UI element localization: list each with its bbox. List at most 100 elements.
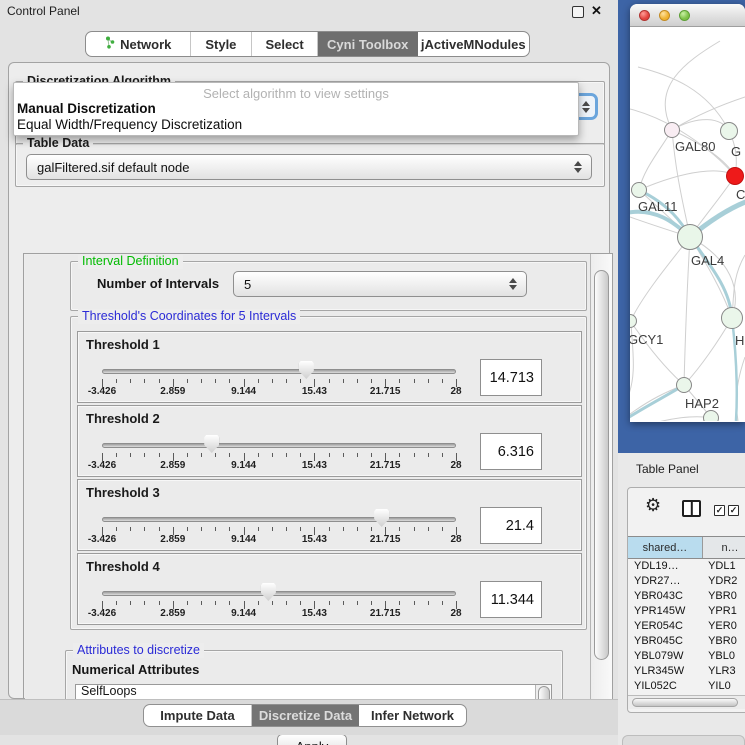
slider-tick-label: -3.426 — [88, 608, 116, 619]
tab-select[interactable]: Select — [252, 32, 318, 56]
table-row[interactable]: YLR345WYLR3 — [628, 664, 745, 679]
table-header-row: shared…n… — [628, 536, 745, 559]
slider-tick — [201, 527, 202, 531]
table-cell[interactable]: YER054C — [628, 619, 702, 634]
network-node-label: HAP2 — [685, 396, 719, 411]
table-cell[interactable]: YIL0 — [702, 679, 745, 689]
tab-style[interactable]: Style — [191, 32, 253, 56]
table-cell[interactable]: YBR043C — [628, 589, 702, 604]
float-window-icon[interactable] — [572, 6, 584, 18]
table-row[interactable]: YIL052CYIL0 — [628, 679, 745, 689]
slider-tick — [159, 379, 160, 383]
checkbox-checked-icon[interactable]: ✓ — [728, 505, 739, 516]
network-node-label: G — [731, 144, 741, 159]
table-cell[interactable]: YBL0 — [702, 649, 745, 664]
settings-scrollbar-thumb[interactable] — [594, 270, 609, 660]
close-icon[interactable]: ✕ — [591, 3, 602, 19]
apply-button[interactable]: Apply — [277, 734, 347, 745]
tab-cyni-toolbox[interactable]: Cyni Toolbox — [318, 32, 418, 56]
threshold-value-field[interactable] — [480, 581, 542, 618]
network-node-gal4[interactable] — [677, 224, 703, 250]
slider-tick — [258, 601, 259, 605]
stepper-icon[interactable] — [509, 278, 517, 290]
slider-track[interactable] — [102, 517, 456, 522]
table-column-header[interactable]: shared… — [628, 537, 703, 558]
minimize-traffic-light-icon[interactable] — [659, 10, 670, 21]
interval-definition-group: Interval Definition Number of Intervals … — [70, 261, 587, 311]
table-cell[interactable]: YBR045C — [628, 634, 702, 649]
network-node-gal80[interactable] — [664, 122, 680, 138]
tab-jactivemnodules[interactable]: jActiveMNodules — [418, 32, 530, 56]
slider-tick-label: -3.426 — [88, 386, 116, 397]
close-traffic-light-icon[interactable] — [639, 10, 650, 21]
bottom-tab-discretize-data[interactable]: Discretize Data — [252, 705, 359, 726]
network-node-hap2[interactable] — [676, 377, 692, 393]
slider-tick-label: 15.43 — [302, 386, 327, 397]
table-hscrollbar-thumb[interactable] — [632, 698, 738, 707]
slider-thumb[interactable] — [204, 435, 219, 453]
table-cell[interactable]: YDR27… — [628, 574, 702, 589]
table-row[interactable]: YER054CYER0 — [628, 619, 745, 634]
table-row[interactable]: YBR045CYBR0 — [628, 634, 745, 649]
slider-track[interactable] — [102, 369, 456, 374]
slider-track[interactable] — [102, 591, 456, 596]
algorithm-option[interactable]: Equal Width/Frequency Discretization — [14, 117, 578, 132]
network-node-h[interactable] — [721, 307, 743, 329]
table-row[interactable]: YDL19…YDL1 — [628, 559, 745, 574]
tab-network[interactable]: Network — [86, 32, 191, 56]
table-cell[interactable]: YDL1 — [702, 559, 745, 574]
number-of-intervals-combobox[interactable]: 5 — [233, 271, 527, 297]
table-panel: Table Panel ⚙ ✓ ✓ shared…n… YDL19…YDL1YD… — [618, 453, 745, 745]
slider-tick — [428, 453, 429, 457]
network-canvas[interactable]: GAL80GCGAL11GAL4GCY1HHAP2 — [630, 27, 745, 421]
bottom-tab-infer-network[interactable]: Infer Network — [359, 705, 466, 726]
settings-scrollbar[interactable] — [590, 254, 612, 730]
slider-tick — [371, 601, 372, 605]
table-cell[interactable]: YPR1 — [702, 604, 745, 619]
table-cell[interactable]: YDL19… — [628, 559, 702, 574]
gear-icon[interactable]: ⚙ — [645, 496, 661, 514]
slider-tick — [329, 527, 330, 531]
table-cell[interactable]: YBL079W — [628, 649, 702, 664]
slider-thumb[interactable] — [261, 583, 276, 601]
table-row[interactable]: YBR043CYBR0 — [628, 589, 745, 604]
threshold-value-field[interactable] — [480, 433, 542, 470]
network-node-gal11[interactable] — [631, 182, 647, 198]
stepper-icon[interactable] — [574, 161, 582, 173]
slider-thumb[interactable] — [299, 361, 314, 379]
zoom-traffic-light-icon[interactable] — [679, 10, 690, 21]
slider-tick — [130, 379, 131, 383]
table-cell[interactable]: YDR2 — [702, 574, 745, 589]
slider-tick — [130, 601, 131, 605]
threshold-value-field[interactable] — [480, 507, 542, 544]
table-cell[interactable]: YIL052C — [628, 679, 702, 689]
bottom-tab-impute-data[interactable]: Impute Data — [144, 705, 252, 726]
split-columns-icon[interactable] — [682, 500, 701, 517]
table-cell[interactable]: YBR0 — [702, 589, 745, 604]
table-cell[interactable]: YLR3 — [702, 664, 745, 679]
checkbox-checked-icon[interactable]: ✓ — [714, 505, 725, 516]
table-column-header[interactable]: n… — [703, 537, 745, 558]
table-cell[interactable]: YBR0 — [702, 634, 745, 649]
table-cell[interactable]: YER0 — [702, 619, 745, 634]
table-row[interactable]: YPR145WYPR1 — [628, 604, 745, 619]
table-cell[interactable]: YPR145W — [628, 604, 702, 619]
table-data-combobox[interactable]: galFiltered.sif default node — [26, 154, 592, 180]
network-node-label: GAL4 — [691, 253, 724, 268]
table-cell[interactable]: YLR345W — [628, 664, 702, 679]
table-row[interactable]: YBL079WYBL0 — [628, 649, 745, 664]
network-node[interactable] — [703, 410, 719, 421]
attribute-list-item[interactable]: SelfLoops — [76, 685, 551, 699]
slider-thumb[interactable] — [374, 509, 389, 527]
threshold-value-field[interactable] — [480, 359, 542, 396]
algorithm-option[interactable]: Manual Discretization — [14, 101, 578, 116]
table-horizontal-scrollbar[interactable] — [628, 695, 745, 709]
screen: Control Panel ✕ NetworkStyleSelectCyni T… — [0, 0, 745, 745]
network-node-c[interactable] — [726, 167, 744, 185]
table-row[interactable]: YDR27…YDR2 — [628, 574, 745, 589]
slider-track[interactable] — [102, 443, 456, 448]
network-node-g[interactable] — [720, 122, 738, 140]
slider-tick — [300, 601, 301, 605]
network-window-titlebar[interactable] — [630, 4, 745, 27]
stepper-icon[interactable] — [582, 101, 590, 113]
